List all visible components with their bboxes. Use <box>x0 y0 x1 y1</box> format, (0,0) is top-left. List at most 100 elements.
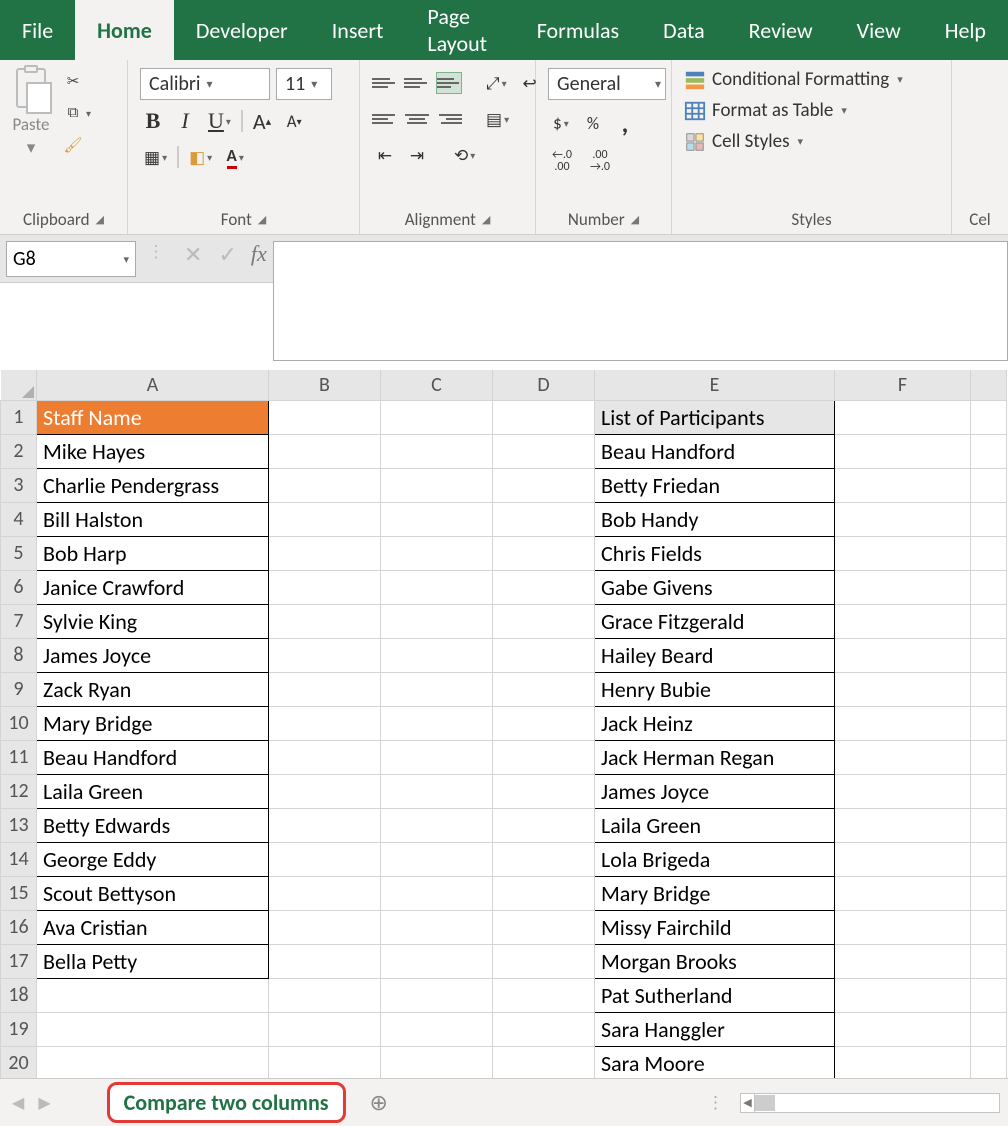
cell-E11[interactable]: Jack Herman Regan <box>595 740 835 774</box>
cell-F9[interactable] <box>835 672 971 706</box>
cell-C4[interactable] <box>381 502 493 536</box>
cell-F6[interactable] <box>835 570 971 604</box>
cell-A9[interactable]: Zack Ryan <box>37 672 269 706</box>
row-header-14[interactable]: 14 <box>1 842 37 876</box>
cell-E17[interactable]: Morgan Brooks <box>595 944 835 978</box>
font-name-combo[interactable]: Calibri▾ <box>140 68 270 100</box>
borders-button[interactable]: ▦▾ <box>140 142 171 172</box>
cell-A11[interactable]: Beau Handford <box>37 740 269 774</box>
cell-E18[interactable]: Pat Sutherland <box>595 978 835 1012</box>
cell-A12[interactable]: Laila Green <box>37 774 269 808</box>
cell-D7[interactable] <box>493 604 595 638</box>
cell-G10[interactable] <box>971 706 1007 740</box>
cell-A16[interactable]: Ava Cristian <box>37 910 269 944</box>
cell-C13[interactable] <box>381 808 493 842</box>
cell-D19[interactable] <box>493 1012 595 1046</box>
underline-button[interactable]: U▾ <box>204 106 235 136</box>
cell-G14[interactable] <box>971 842 1007 876</box>
dialog-launcher-icon[interactable]: ◢ <box>258 213 266 226</box>
cell-G7[interactable] <box>971 604 1007 638</box>
cell-E13[interactable]: Laila Green <box>595 808 835 842</box>
cell-G12[interactable] <box>971 774 1007 808</box>
cell-E20[interactable]: Sara Moore <box>595 1046 835 1078</box>
cell-F18[interactable] <box>835 978 971 1012</box>
menu-tab-data[interactable]: Data <box>641 0 727 60</box>
cell-A3[interactable]: Charlie Pendergrass <box>37 468 269 502</box>
cell-B11[interactable] <box>269 740 381 774</box>
cell-E6[interactable]: Gabe Givens <box>595 570 835 604</box>
cell-C5[interactable] <box>381 536 493 570</box>
cell-D13[interactable] <box>493 808 595 842</box>
grow-font-button[interactable]: A▴ <box>249 106 275 136</box>
orientation2-button[interactable]: ⟲▾ <box>450 140 479 170</box>
cell-D2[interactable] <box>493 434 595 468</box>
select-all-corner[interactable] <box>1 370 37 400</box>
cell-E8[interactable]: Hailey Beard <box>595 638 835 672</box>
cell-B4[interactable] <box>269 502 381 536</box>
cell-E3[interactable]: Betty Friedan <box>595 468 835 502</box>
col-header-E[interactable]: E <box>595 370 835 400</box>
cell-G17[interactable] <box>971 944 1007 978</box>
cell-C14[interactable] <box>381 842 493 876</box>
decrease-indent-button[interactable]: ⇤ <box>372 140 398 170</box>
font-size-combo[interactable]: 11▾ <box>276 68 332 100</box>
col-header-D[interactable]: D <box>493 370 595 400</box>
cell-D10[interactable] <box>493 706 595 740</box>
currency-button[interactable]: $▾ <box>548 108 574 138</box>
cell-D17[interactable] <box>493 944 595 978</box>
row-header-7[interactable]: 7 <box>1 604 37 638</box>
fill-color-button[interactable]: ◧▾ <box>185 142 216 172</box>
bold-button[interactable]: B <box>140 106 166 136</box>
orientation-button[interactable]: ⤢▾ <box>482 68 511 98</box>
cell-B17[interactable] <box>269 944 381 978</box>
cell-A4[interactable]: Bill Halston <box>37 502 269 536</box>
cell-A19[interactable] <box>37 1012 269 1046</box>
copy-button[interactable]: ⧉▾ <box>62 102 91 124</box>
cell-A8[interactable]: James Joyce <box>37 638 269 672</box>
cell-E10[interactable]: Jack Heinz <box>595 706 835 740</box>
cell-G16[interactable] <box>971 910 1007 944</box>
conditional-formatting-button[interactable]: Conditional Formatting▾ <box>684 68 903 91</box>
cell-A10[interactable]: Mary Bridge <box>37 706 269 740</box>
cell-A7[interactable]: Sylvie King <box>37 604 269 638</box>
cell-A17[interactable]: Bella Petty <box>37 944 269 978</box>
cell-B3[interactable] <box>269 468 381 502</box>
cell-E16[interactable]: Missy Fairchild <box>595 910 835 944</box>
row-header-9[interactable]: 9 <box>1 672 37 706</box>
menu-tab-insert[interactable]: Insert <box>310 0 406 60</box>
cut-button[interactable]: ✂ <box>62 70 91 92</box>
row-header-10[interactable]: 10 <box>1 706 37 740</box>
col-header-F[interactable]: F <box>835 370 971 400</box>
align-center-button[interactable] <box>404 108 430 130</box>
cell-C6[interactable] <box>381 570 493 604</box>
cell-E1[interactable]: List of Participants <box>595 400 835 434</box>
cell-D6[interactable] <box>493 570 595 604</box>
cell-C10[interactable] <box>381 706 493 740</box>
cell-F17[interactable] <box>835 944 971 978</box>
tab-split-handle[interactable]: ⋮ <box>707 1092 726 1113</box>
increase-decimal-button[interactable]: ←.0.00 <box>548 146 576 176</box>
percent-button[interactable]: % <box>580 108 606 138</box>
cell-G20[interactable] <box>971 1046 1007 1078</box>
cell-F15[interactable] <box>835 876 971 910</box>
row-header-19[interactable]: 19 <box>1 1012 37 1046</box>
cell-B14[interactable] <box>269 842 381 876</box>
row-header-4[interactable]: 4 <box>1 502 37 536</box>
cell-B20[interactable] <box>269 1046 381 1078</box>
cell-F16[interactable] <box>835 910 971 944</box>
cell-F7[interactable] <box>835 604 971 638</box>
cell-G6[interactable] <box>971 570 1007 604</box>
row-header-6[interactable]: 6 <box>1 570 37 604</box>
cell-B15[interactable] <box>269 876 381 910</box>
cell-F12[interactable] <box>835 774 971 808</box>
cell-C7[interactable] <box>381 604 493 638</box>
cell-F20[interactable] <box>835 1046 971 1078</box>
row-header-16[interactable]: 16 <box>1 910 37 944</box>
cell-F13[interactable] <box>835 808 971 842</box>
enter-formula-button[interactable]: ✓ <box>218 241 236 268</box>
dialog-launcher-icon[interactable]: ◢ <box>631 213 639 226</box>
cell-E7[interactable]: Grace Fitzgerald <box>595 604 835 638</box>
fx-icon[interactable]: fx <box>251 241 267 267</box>
cell-C15[interactable] <box>381 876 493 910</box>
cell-E19[interactable]: Sara Hanggler <box>595 1012 835 1046</box>
